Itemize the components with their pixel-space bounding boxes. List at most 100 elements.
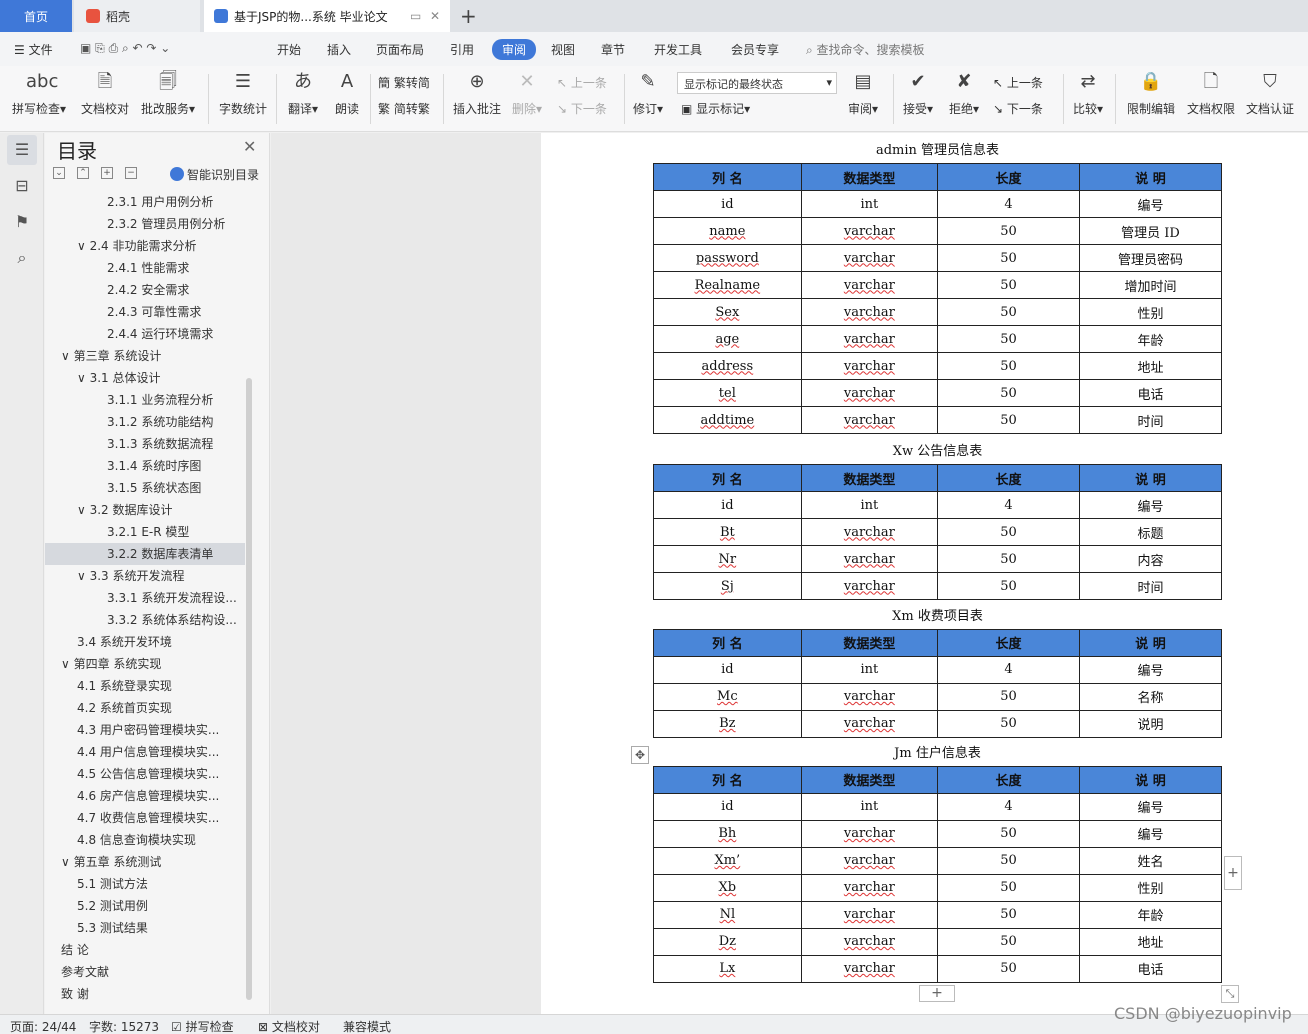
table-cell[interactable]: Bz (653, 709, 802, 738)
table-cell[interactable]: varchar (800, 545, 938, 573)
table-cell[interactable]: 编号 (1078, 491, 1223, 519)
add-heading-icon[interactable]: + (101, 167, 113, 179)
toc-item[interactable]: 3.4 系统开发环境 (45, 631, 245, 653)
toc-item[interactable]: 3.3.2 系统体系结构设... (45, 609, 245, 631)
status-spellcheck[interactable]: ☑ 拼写检查 (171, 1018, 234, 1034)
toc-item[interactable]: 3.1.1 业务流程分析 (45, 389, 245, 411)
toc-item[interactable]: 2.4.3 可靠性需求 (45, 301, 245, 323)
close-icon[interactable]: ✕ (243, 137, 256, 156)
table-cell[interactable]: 性别 (1078, 298, 1223, 326)
table-cell[interactable]: 50 (936, 572, 1080, 600)
table-cell[interactable]: 管理员 ID (1078, 217, 1223, 245)
menu-reference[interactable]: 引用 (450, 41, 474, 58)
menu-review[interactable]: 审阅 (492, 39, 537, 60)
table-cell[interactable]: 年龄 (1078, 900, 1223, 929)
move-table-icon[interactable]: ✥ (631, 746, 649, 764)
spellcheck-button[interactable]: abc 拼写检查▾ (12, 68, 66, 117)
table-cell[interactable]: address (653, 352, 802, 380)
table-cell[interactable]: varchar (800, 217, 938, 245)
word-count-button[interactable]: ☰ 字数统计 (219, 68, 267, 117)
toc-item[interactable]: 4.7 收费信息管理模块实... (45, 807, 245, 829)
table-cell[interactable]: varchar (800, 325, 938, 353)
file-menu[interactable]: ☰ 文件 (14, 41, 53, 58)
table-cell[interactable]: varchar (800, 682, 938, 711)
close-tab-icon[interactable]: ✕ (430, 9, 440, 23)
table-cell[interactable]: 电话 (1078, 954, 1223, 983)
table-cell[interactable]: 4 (936, 190, 1080, 218)
table-cell[interactable]: int (800, 491, 938, 519)
toc-scrollbar[interactable] (246, 378, 252, 1000)
toc-item[interactable]: ∨ 2.4 非功能需求分析 (45, 235, 245, 257)
table-cell[interactable]: age (653, 325, 802, 353)
table-cell[interactable]: 50 (936, 900, 1080, 929)
table-cell[interactable]: varchar (800, 954, 938, 983)
table-cell[interactable]: Sj (653, 572, 802, 600)
new-tab-button[interactable]: + (460, 4, 477, 28)
table-cell[interactable]: 50 (936, 406, 1080, 434)
menu-devtools[interactable]: 开发工具 (654, 41, 702, 58)
table-cell[interactable]: name (653, 217, 802, 245)
table-cell[interactable]: 50 (936, 379, 1080, 407)
prev-change-button[interactable]: ↖ 上一条 (993, 74, 1043, 91)
toc-item[interactable]: 2.4.1 性能需求 (45, 257, 245, 279)
accept-button[interactable]: ✔ 接受▾ (903, 68, 933, 117)
table-cell[interactable]: 标题 (1078, 518, 1223, 546)
toc-item[interactable]: 4.5 公告信息管理模块实... (45, 763, 245, 785)
toc-panel-icon[interactable]: ☰ (7, 135, 37, 165)
add-column-button[interactable]: + (1224, 856, 1242, 890)
toc-item[interactable]: ∨ 第四章 系统实现 (45, 653, 245, 675)
toc-item[interactable]: 2.3.2 管理员用例分析 (45, 213, 245, 235)
command-search[interactable]: ⌕ 查找命令、搜索模板 (806, 41, 925, 58)
table-cell[interactable]: password (653, 244, 802, 272)
toc-item[interactable]: 3.1.5 系统状态图 (45, 477, 245, 499)
table-cell[interactable]: Nr (653, 545, 802, 573)
trad-to-simp-button[interactable]: 簡 繁转简 (378, 74, 430, 91)
table-cell[interactable]: Mc (653, 682, 802, 711)
read-aloud-button[interactable]: A 朗读 (334, 68, 360, 117)
table-cell[interactable]: Sex (653, 298, 802, 326)
table-cell[interactable]: 50 (936, 954, 1080, 983)
toc-item[interactable]: 参考文献 (45, 961, 245, 983)
table-cell[interactable]: varchar (800, 244, 938, 272)
table-cell[interactable]: Xb (653, 873, 802, 902)
table-cell[interactable]: 电话 (1078, 379, 1223, 407)
search-icon[interactable]: ⌕ (7, 243, 37, 273)
translate-button[interactable]: あ翻译▾ (288, 68, 318, 117)
quick-access-icons[interactable]: ▣ ⎘ ⎙ ⌕ ↶ ↷ ⌄ (80, 41, 170, 56)
expand-icon[interactable]: ⌃ (77, 167, 89, 179)
batch-service-button[interactable]: 🗐 批改服务▾ (141, 68, 195, 117)
menu-member[interactable]: 会员专享 (731, 41, 779, 58)
insert-comment-button[interactable]: ⊕ 插入批注 (453, 68, 501, 117)
table-cell[interactable]: varchar (800, 298, 938, 326)
navigation-icon[interactable]: ⊟ (7, 171, 37, 201)
add-row-button[interactable]: + (919, 985, 955, 1002)
table-cell[interactable]: 4 (936, 655, 1080, 684)
table-cell[interactable]: id (653, 655, 802, 684)
table-cell[interactable]: 50 (936, 709, 1080, 738)
table-cell[interactable]: 4 (936, 792, 1080, 821)
table-cell[interactable]: 编号 (1078, 792, 1223, 821)
toc-item[interactable]: 3.3.1 系统开发流程设... (45, 587, 245, 609)
table-cell[interactable]: addtime (653, 406, 802, 434)
toc-item[interactable]: ∨ 第五章 系统测试 (45, 851, 245, 873)
table-cell[interactable]: Realname (653, 271, 802, 299)
table-cell[interactable]: 说明 (1078, 709, 1223, 738)
table-cell[interactable]: 编号 (1078, 655, 1223, 684)
table-cell[interactable]: Bt (653, 518, 802, 546)
toc-item[interactable]: 4.3 用户密码管理模块实... (45, 719, 245, 741)
toc-item[interactable]: 5.2 测试用例 (45, 895, 245, 917)
menu-start[interactable]: 开始 (277, 41, 301, 58)
table-cell[interactable]: 50 (936, 271, 1080, 299)
collapse-icon[interactable]: ⌄ (53, 167, 65, 179)
table-cell[interactable]: varchar (800, 927, 938, 956)
table-cell[interactable]: 50 (936, 518, 1080, 546)
toc-item[interactable]: 5.1 测试方法 (45, 873, 245, 895)
table-cell[interactable]: varchar (800, 846, 938, 875)
compare-button[interactable]: ⇄ 比较▾ (1073, 68, 1103, 117)
resize-table-icon[interactable]: ⤡ (1221, 985, 1239, 1003)
status-proof[interactable]: ⊠ 文档校对 (258, 1018, 320, 1034)
toc-item[interactable]: 结 论 (45, 939, 245, 961)
table-cell[interactable]: int (800, 792, 938, 821)
toc-item[interactable]: 3.1.3 系统数据流程 (45, 433, 245, 455)
table-cell[interactable]: 50 (936, 244, 1080, 272)
